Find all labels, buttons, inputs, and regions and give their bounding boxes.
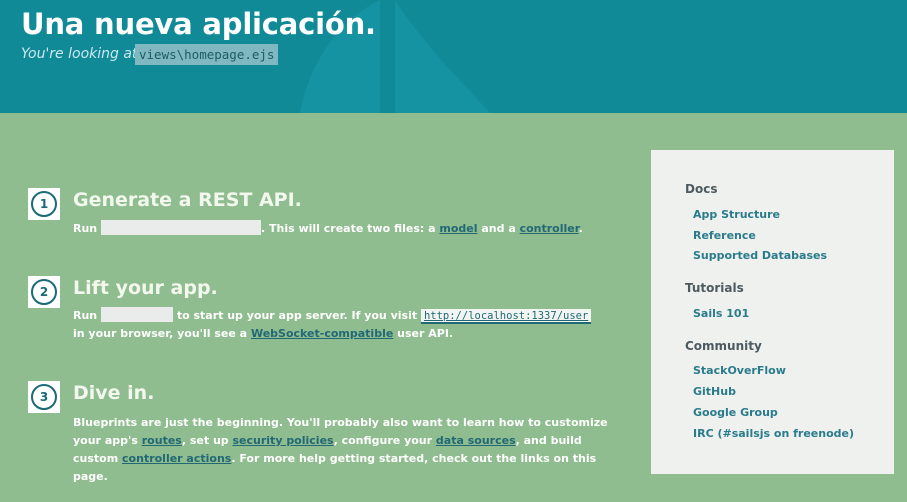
- looking-label: You're looking at:: [21, 46, 143, 62]
- model-link[interactable]: model: [439, 222, 477, 235]
- sidebar-link-google-group[interactable]: Google Group: [693, 406, 778, 419]
- tutorials-heading: Tutorials: [685, 281, 744, 295]
- command-placeholder: [100, 307, 173, 322]
- page-title: Una nueva aplicación.: [21, 7, 376, 41]
- sidebar-link-reference[interactable]: Reference: [693, 229, 756, 242]
- step-title: Lift your app.: [73, 277, 218, 299]
- resources-sidebar: Docs App Structure Reference Supported D…: [651, 150, 894, 474]
- step-number-badge: 2: [28, 276, 60, 308]
- step-description: Run . This will create two files: a mode…: [73, 220, 583, 235]
- controller-actions-link[interactable]: controller actions: [122, 452, 231, 465]
- community-heading: Community: [685, 339, 762, 353]
- step-title: Dive in.: [73, 382, 155, 404]
- sidebar-link-irc[interactable]: IRC (#sailsjs on freenode): [693, 427, 854, 440]
- controller-link[interactable]: controller: [520, 222, 579, 235]
- command-placeholder: [100, 220, 261, 235]
- sidebar-link-app-structure[interactable]: App Structure: [693, 208, 780, 221]
- page-header: Una nueva aplicación. You're looking at:…: [0, 0, 907, 113]
- routes-link[interactable]: routes: [142, 434, 182, 447]
- step-number-badge: 1: [28, 188, 60, 220]
- step-number-badge: 3: [28, 381, 60, 413]
- sidebar-link-sails-101[interactable]: Sails 101: [693, 307, 749, 320]
- step-description: Blueprints are just the beginning. You'l…: [73, 416, 608, 483]
- sidebar-link-supported-databases[interactable]: Supported Databases: [693, 249, 827, 262]
- viewing-file-label: You're looking at:: [21, 46, 142, 62]
- sidebar-link-github[interactable]: GitHub: [693, 385, 736, 398]
- data-sources-link[interactable]: data sources: [436, 434, 516, 447]
- step-title: Generate a REST API.: [73, 189, 302, 211]
- view-file-path: views\homepage.ejs: [135, 44, 279, 65]
- docs-heading: Docs: [685, 182, 718, 196]
- security-policies-link[interactable]: security policies: [233, 434, 334, 447]
- localhost-user-link[interactable]: http://localhost:1337/user: [420, 309, 592, 324]
- websocket-link[interactable]: WebSocket-compatible: [251, 327, 393, 340]
- step-description: Run to start up your app server. If you …: [73, 307, 592, 343]
- sidebar-link-stackoverflow[interactable]: StackOverFlow: [693, 364, 786, 377]
